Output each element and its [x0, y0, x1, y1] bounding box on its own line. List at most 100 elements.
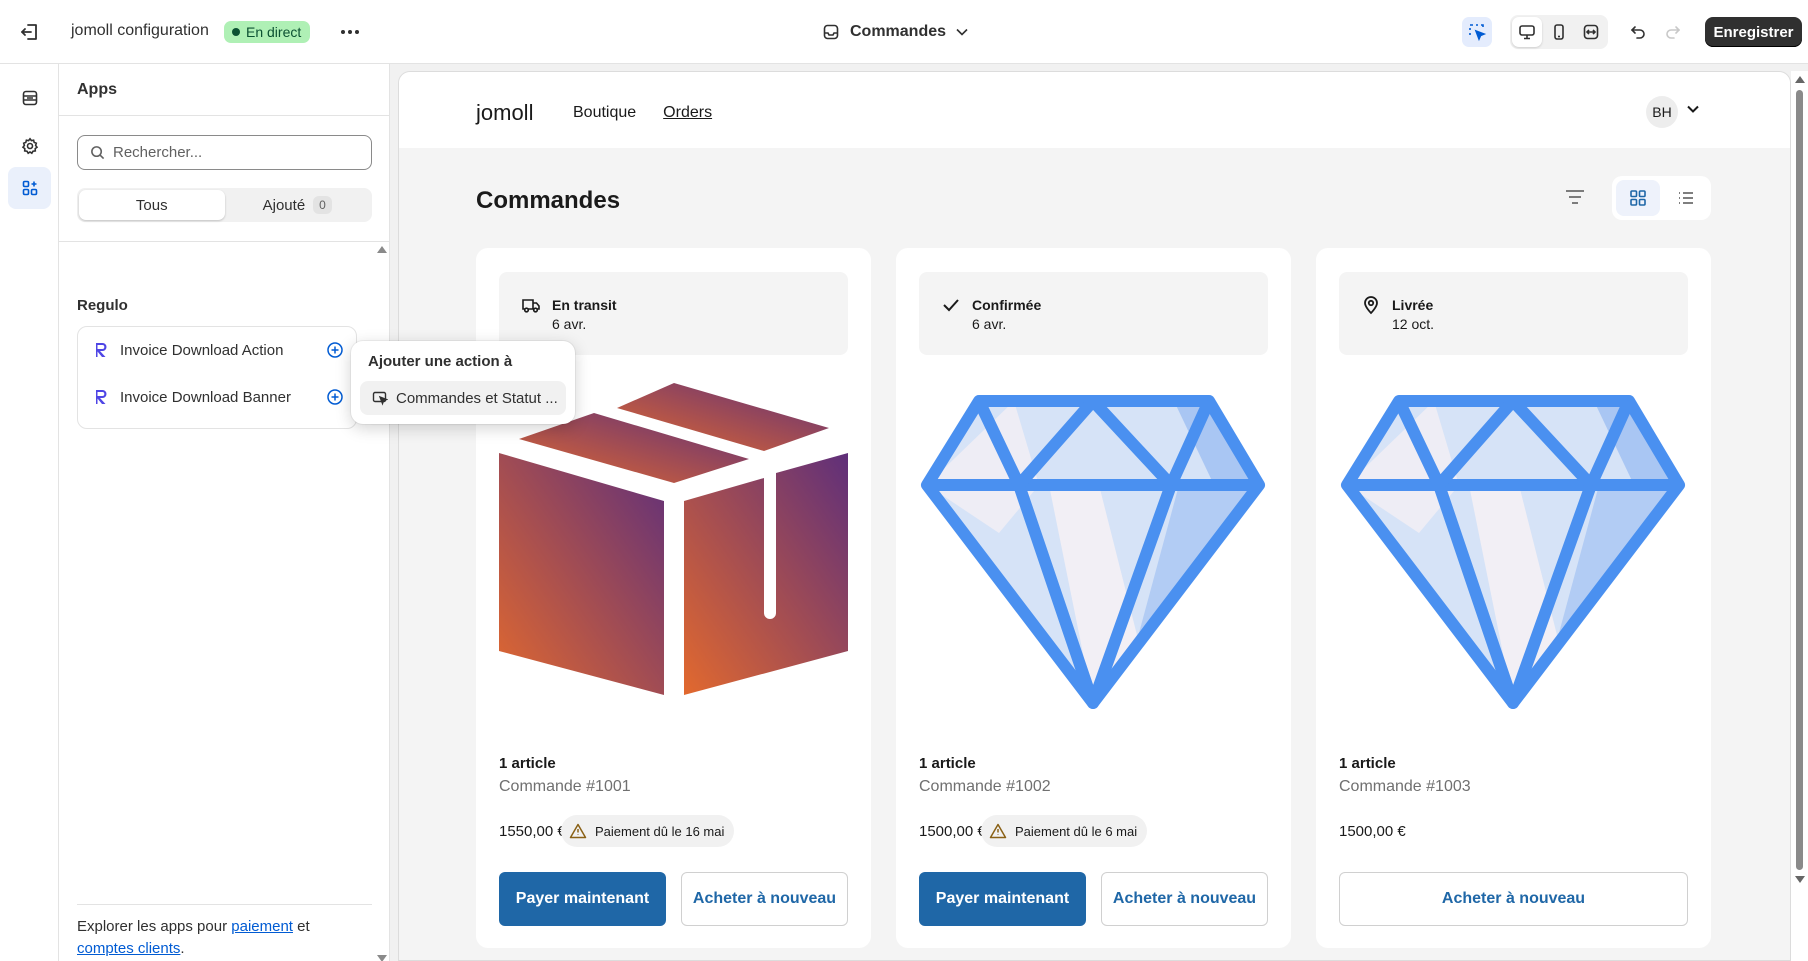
desktop-icon [1519, 25, 1535, 40]
divider [77, 904, 372, 905]
customer-accounts-link[interactable]: comptes clients [77, 940, 180, 957]
footer-text: . [180, 940, 185, 957]
page-cursor-icon [372, 391, 388, 406]
fullwidth-view-button[interactable] [1576, 17, 1606, 47]
preview-scrollbar-thumb[interactable] [1796, 90, 1803, 870]
exit-icon[interactable] [18, 20, 44, 44]
scroll-down-arrow-icon[interactable] [1795, 876, 1805, 883]
page-selector[interactable]: Commandes [822, 18, 968, 46]
desktop-view-button[interactable] [1512, 17, 1542, 47]
footer-text: et [297, 918, 310, 935]
popover-title: Ajouter une action à [368, 353, 513, 370]
redo-button[interactable] [1660, 20, 1686, 44]
warning-icon [989, 823, 1007, 839]
filter-segmented-control: Tous Ajouté 0 [77, 188, 372, 222]
store-preview: jomoll Boutique Orders BH Commandes En t… [398, 71, 1791, 961]
settings-button[interactable] [8, 125, 51, 167]
list-view-button[interactable] [1664, 180, 1708, 216]
panel-title: Apps [77, 81, 117, 98]
footer-text: Explorer les apps pour [77, 918, 228, 935]
payment-due-text: Paiement dû le 16 mai [595, 823, 725, 839]
sections-button[interactable] [8, 77, 51, 119]
app-name: Invoice Download Banner [120, 388, 291, 406]
order-date: 12 oct. [1392, 316, 1435, 332]
order-card[interactable]: Livrée 12 oct. 1 article Commande #1003 … [1316, 248, 1711, 948]
payment-due-badge: Paiement dû le 6 mai [981, 815, 1148, 847]
popover-target-item[interactable]: Commandes et Statut ... [360, 381, 566, 415]
page-title: Commandes [476, 187, 621, 214]
add-circle-icon[interactable] [326, 341, 344, 359]
store-logo[interactable]: jomoll [476, 100, 533, 126]
live-status-label: En direct [246, 24, 302, 40]
order-number[interactable]: Commande #1002 [919, 778, 1051, 796]
gear-icon [21, 137, 38, 155]
box-product-image [499, 383, 848, 695]
apps-button[interactable] [8, 167, 51, 209]
nav-orders[interactable]: Orders [663, 104, 712, 122]
app-name: Invoice Download Action [120, 341, 284, 359]
buy-again-button[interactable]: Acheter à nouveau [681, 872, 848, 926]
undo-button[interactable] [1625, 20, 1651, 44]
search-icon [91, 146, 105, 160]
chevron-down-icon [956, 28, 968, 36]
viewport-tool-group [1510, 15, 1608, 49]
editor-window: jomoll configuration En direct Commandes [0, 0, 1808, 961]
tab-all-label: Tous [135, 196, 168, 214]
warning-icon [569, 823, 587, 839]
inbox-icon [823, 24, 839, 40]
regulo-logo-icon [96, 390, 107, 404]
order-price: 1500,00 € [1339, 823, 1406, 840]
payment-due-badge: Paiement dû le 16 mai [561, 815, 735, 847]
scroll-down-arrow-icon[interactable] [377, 955, 387, 961]
live-dot-icon [232, 28, 240, 36]
buy-again-button[interactable]: Acheter à nouveau [1339, 872, 1688, 926]
app-item[interactable]: Invoice Download Banner [94, 385, 344, 409]
store-header: jomoll Boutique Orders BH [399, 72, 1790, 148]
diamond-product-image [921, 395, 1265, 709]
item-count: 1 article [1339, 755, 1396, 772]
more-actions-button[interactable] [336, 20, 364, 44]
filter-icon[interactable] [1564, 188, 1586, 206]
order-date: 6 avr. [972, 316, 1007, 332]
live-status-badge: En direct [224, 21, 311, 43]
mobile-icon [1554, 24, 1564, 40]
order-price: 1550,00 € [499, 823, 566, 840]
view-toggle [1612, 176, 1711, 220]
chevron-down-icon[interactable] [1687, 105, 1699, 113]
scroll-up-arrow-icon[interactable] [377, 246, 387, 253]
tab-all[interactable]: Tous [79, 190, 225, 220]
search-input[interactable] [113, 144, 353, 161]
mobile-view-button[interactable] [1544, 17, 1574, 47]
select-tool-button[interactable] [1462, 17, 1492, 47]
add-circle-icon[interactable] [326, 388, 344, 406]
app-title: jomoll configuration [71, 22, 209, 39]
checkmark-icon [943, 299, 959, 312]
popover-item-label: Commandes et Statut ... [396, 389, 558, 407]
order-status-box: Livrée 12 oct. [1339, 272, 1688, 355]
order-status: En transit [552, 297, 617, 313]
app-item[interactable]: Invoice Download Action [94, 338, 344, 362]
tab-added[interactable]: Ajouté 0 [225, 190, 371, 220]
avatar[interactable]: BH [1646, 96, 1678, 128]
redo-icon [1666, 26, 1681, 39]
cursor-select-icon [1469, 24, 1487, 42]
grid-view-button[interactable] [1616, 180, 1660, 216]
ellipsis-icon [341, 30, 359, 34]
order-number[interactable]: Commande #1003 [1339, 778, 1471, 796]
buy-again-button[interactable]: Acheter à nouveau [1101, 872, 1268, 926]
item-count: 1 article [919, 755, 976, 772]
inspector-tool-group [1460, 15, 1496, 49]
apps-panel: Apps Tous Ajouté 0 Regulo Invoice Downlo… [59, 64, 390, 961]
payment-link[interactable]: paiement [231, 918, 293, 935]
nav-boutique[interactable]: Boutique [573, 104, 636, 122]
order-date: 6 avr. [552, 316, 587, 332]
save-button[interactable]: Enregistrer [1705, 17, 1802, 47]
order-price: 1500,00 € [919, 823, 986, 840]
pay-now-button[interactable]: Payer maintenant [919, 872, 1086, 926]
scroll-up-arrow-icon[interactable] [1795, 76, 1805, 83]
order-card[interactable]: Confirmée 6 avr. 1 article Commande #100… [896, 248, 1291, 948]
order-number[interactable]: Commande #1001 [499, 778, 631, 796]
pay-now-button[interactable]: Payer maintenant [499, 872, 666, 926]
search-field[interactable] [77, 135, 372, 170]
regulo-logo-icon [96, 343, 107, 357]
